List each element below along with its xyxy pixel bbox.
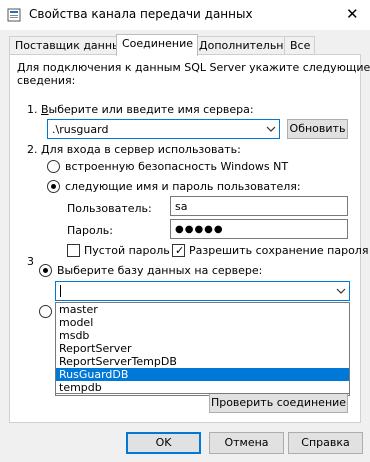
radio-selected-dot [51, 184, 56, 189]
password-mask: ●●●●● [175, 224, 224, 235]
user-input[interactable]: sa [170, 196, 348, 216]
list-item[interactable]: ReportServerTempDB [56, 355, 349, 368]
step3-number: 3 [27, 255, 34, 268]
list-item[interactable]: tempdb [56, 381, 349, 394]
data-link-app-icon [7, 8, 21, 22]
window-title: Свойства канала передачи данных [29, 7, 253, 21]
refresh-button[interactable]: Обновить [287, 119, 348, 139]
step1-accel-letter: В [41, 103, 49, 116]
close-icon[interactable]: ✕ [346, 5, 359, 23]
database-dropdown-list[interactable]: master model msdb ReportServer ReportSer… [55, 302, 350, 394]
blank-password-label: Пустой пароль [84, 244, 170, 257]
help-button[interactable]: Справка [288, 432, 363, 454]
select-database-radio[interactable] [39, 264, 52, 277]
attach-db-file-radio[interactable] [39, 305, 52, 318]
chevron-down-icon[interactable] [266, 126, 276, 132]
tab-all[interactable]: Все [284, 36, 316, 55]
step1-label: 1. Выберите или введите имя сервера: [27, 103, 254, 116]
cancel-button[interactable]: Отмена [209, 432, 284, 454]
user-label: Пользователь: [67, 202, 152, 215]
server-name-value: .\rusguard [52, 123, 109, 136]
intro-text-line2: сведения: [17, 74, 76, 87]
select-database-label: Выберите базу данных на сервере: [57, 264, 263, 277]
list-item[interactable]: master [56, 303, 349, 316]
save-password-label: Разрешить сохранение пароля [189, 244, 369, 257]
step2-label: 2. Для входа в сервер использовать: [27, 143, 241, 156]
server-name-combobox[interactable]: .\rusguard [47, 119, 280, 139]
list-item[interactable]: model [56, 316, 349, 329]
step1-number: 1. [27, 103, 41, 116]
intro-text-line1: Для подключения к данным SQL Server укаж… [17, 61, 370, 74]
save-password-checkbox[interactable]: ✓ [172, 244, 185, 257]
list-item[interactable]: msdb [56, 329, 349, 342]
list-item-selected[interactable]: RusGuardDB [56, 368, 349, 381]
radio-selected-dot [43, 268, 48, 273]
test-connection-label-text: Проверить соединение [210, 396, 347, 409]
ok-button[interactable]: OK [126, 432, 201, 454]
test-connection-label: Проверить соединение [211, 396, 346, 409]
password-label: Пароль: [67, 224, 113, 237]
tab-label: Все [290, 39, 311, 52]
test-connection-button[interactable]: Проверить соединение [209, 393, 348, 413]
tab-advanced[interactable]: Дополнительно [193, 36, 296, 55]
text-cursor [60, 285, 61, 297]
windows-auth-radio[interactable] [47, 160, 60, 173]
checkmark-icon: ✓ [175, 244, 185, 257]
tab-label: Поставщик данных [15, 39, 128, 52]
chevron-down-icon[interactable] [336, 288, 346, 294]
tab-label: Дополнительно [199, 39, 291, 52]
tab-connection[interactable]: Соединение [116, 34, 199, 56]
tab-label: Соединение [122, 37, 194, 50]
database-combobox[interactable] [55, 281, 350, 301]
blank-password-checkbox[interactable] [67, 244, 80, 257]
windows-auth-label: встроенную безопасность Windows NT [65, 160, 289, 173]
password-input[interactable]: ●●●●● [170, 219, 348, 239]
sql-auth-label: следующие имя и пароль пользователя: [65, 180, 301, 193]
list-item[interactable]: ReportServer [56, 342, 349, 355]
sql-auth-radio[interactable] [47, 180, 60, 193]
step1-text: ыберите или введите имя сервера: [48, 103, 254, 116]
tab-provider[interactable]: Поставщик данных [9, 36, 133, 55]
user-value: sa [175, 200, 188, 213]
